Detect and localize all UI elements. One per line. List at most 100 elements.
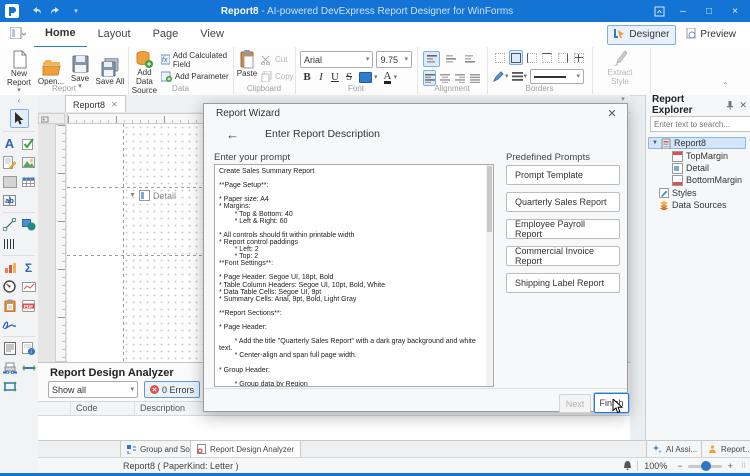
align-bottom-button[interactable] bbox=[461, 51, 478, 67]
underline-button[interactable]: U bbox=[328, 70, 342, 84]
signature-tool-icon[interactable] bbox=[1, 316, 18, 333]
strikethrough-button[interactable]: S bbox=[342, 70, 356, 84]
border-top-button[interactable] bbox=[540, 50, 555, 65]
zoom-out-icon[interactable]: − bbox=[677, 461, 682, 471]
save-all-button[interactable]: Save All bbox=[94, 55, 126, 86]
predefined-quarterly-sales-button[interactable]: Quarterly Sales Report bbox=[506, 192, 620, 212]
explorer-search-input[interactable] bbox=[650, 116, 750, 132]
predefined-shipping-label-button[interactable]: Shipping Label Report bbox=[506, 273, 620, 293]
highlight-color-button[interactable]: ▾ bbox=[359, 72, 378, 83]
border-none-button[interactable] bbox=[493, 50, 508, 65]
picture-tool-icon[interactable] bbox=[20, 154, 37, 171]
border-width-combo[interactable]: ▾ bbox=[530, 69, 584, 84]
zoom-in-icon[interactable]: + bbox=[728, 461, 733, 471]
predefined-prompt-template-button[interactable]: Prompt Template bbox=[506, 165, 620, 185]
border-left-button[interactable] bbox=[524, 50, 539, 65]
preview-mode-button[interactable]: Preview bbox=[680, 26, 742, 44]
checkbox-tool-icon[interactable] bbox=[20, 135, 37, 152]
pin-icon[interactable] bbox=[726, 101, 734, 110]
zoom-slider-thumb[interactable] bbox=[701, 461, 711, 471]
gauge-tool-icon[interactable] bbox=[1, 278, 18, 295]
tree-expand-icon[interactable]: ▼ bbox=[652, 140, 658, 146]
notifications-bell-icon[interactable] bbox=[623, 461, 632, 471]
maximize-button[interactable]: □ bbox=[700, 3, 718, 19]
analyzer-col-code[interactable]: Code bbox=[71, 402, 135, 415]
explorer-close-icon[interactable]: ✕ bbox=[739, 100, 747, 111]
shape-tool-icon[interactable] bbox=[20, 216, 37, 233]
file-menu-icon[interactable] bbox=[10, 27, 26, 42]
panel-tool-icon[interactable] bbox=[1, 173, 18, 190]
band-collapse-icon[interactable]: ▼ bbox=[129, 192, 136, 199]
tree-item-data-sources[interactable]: Data Sources bbox=[659, 199, 727, 211]
character-comb-tool-icon[interactable]: ab bbox=[1, 192, 18, 209]
tab-report-tasks[interactable]: Report... bbox=[701, 441, 750, 458]
page-break-tool-icon[interactable] bbox=[1, 359, 18, 376]
pdf-content-tool-icon[interactable]: PDF bbox=[20, 297, 37, 314]
page-info-tool-icon[interactable] bbox=[1, 297, 18, 314]
pointer-tool-icon[interactable] bbox=[10, 109, 29, 128]
tree-item-report8[interactable]: ▼ Report8 bbox=[648, 137, 746, 149]
page-info-doc-tool-icon[interactable]: i bbox=[20, 340, 37, 357]
prompt-scrollbar[interactable] bbox=[486, 165, 493, 386]
detail-band-header[interactable]: ▼ Detail bbox=[129, 190, 176, 201]
border-right-button[interactable] bbox=[556, 50, 571, 65]
sparkline-tool-icon[interactable] bbox=[20, 278, 37, 295]
border-line-style-button[interactable]: ▾ bbox=[512, 72, 528, 81]
predefined-employee-payroll-button[interactable]: Employee Payroll Report bbox=[506, 219, 620, 239]
add-calculated-field-button[interactable]: fx Add Calculated Field bbox=[161, 53, 233, 66]
pivot-grid-tool-icon[interactable]: Σ bbox=[20, 259, 37, 276]
ribbon-collapse-icon[interactable]: ⌃ bbox=[722, 81, 729, 90]
resize-grip-icon[interactable]: ⠿ bbox=[741, 462, 746, 470]
tab-ai-assistant[interactable]: AI Assi... bbox=[646, 441, 704, 458]
zoom-value[interactable]: 100% bbox=[644, 461, 667, 471]
line-tool-icon[interactable] bbox=[1, 216, 18, 233]
designer-mode-button[interactable]: Designer bbox=[607, 25, 676, 45]
add-parameter-button[interactable]: Add Parameter bbox=[161, 70, 233, 83]
tree-item-bottommargin[interactable]: BottomMargin bbox=[672, 174, 742, 186]
border-color-button[interactable]: ▾ bbox=[493, 71, 509, 82]
border-all-button[interactable] bbox=[509, 50, 524, 65]
wizard-back-icon[interactable]: ← bbox=[226, 127, 239, 142]
wizard-title-bar[interactable]: Report Wizard ✕ bbox=[204, 104, 627, 122]
tree-item-detail[interactable]: Detail bbox=[672, 162, 709, 174]
minimize-button[interactable]: – bbox=[674, 3, 692, 19]
next-button[interactable]: Next bbox=[559, 394, 591, 413]
tab-report-design-analyzer[interactable]: Report Design Analyzer bbox=[190, 441, 301, 458]
prompt-input[interactable]: Create Sales Summary Report **Page Setup… bbox=[214, 164, 494, 387]
table-tool-icon[interactable] bbox=[20, 173, 37, 190]
document-tab-report8[interactable]: Report8 ✕ bbox=[65, 95, 126, 113]
italic-button[interactable]: I bbox=[314, 70, 328, 84]
barcode-tool-icon[interactable] bbox=[1, 235, 18, 252]
redo-icon[interactable] bbox=[48, 3, 64, 19]
wizard-close-icon[interactable]: ✕ bbox=[605, 106, 619, 120]
copy-button[interactable]: Copy bbox=[261, 70, 294, 83]
border-inside-button[interactable] bbox=[571, 50, 586, 65]
app-logo-icon[interactable] bbox=[4, 3, 20, 19]
open-report-button[interactable]: Open... bbox=[36, 55, 66, 86]
font-name-combo[interactable]: Arial▾ bbox=[300, 51, 373, 68]
analyzer-col-selector[interactable] bbox=[38, 402, 71, 415]
tab-home[interactable]: Home bbox=[34, 21, 87, 48]
predefined-commercial-invoice-button[interactable]: Commercial Invoice Report bbox=[506, 246, 620, 266]
align-top-button[interactable] bbox=[423, 51, 440, 67]
qat-customize-icon[interactable]: ▾ bbox=[68, 3, 84, 19]
tab-view[interactable]: View bbox=[189, 22, 235, 47]
analyzer-filter-combo[interactable]: Show all▾ bbox=[48, 381, 138, 398]
align-middle-button[interactable] bbox=[442, 51, 459, 67]
tree-item-styles[interactable]: Styles bbox=[659, 187, 697, 199]
cross-band-line-tool-icon[interactable] bbox=[20, 359, 37, 376]
tree-item-topmargin[interactable]: TopMargin bbox=[672, 150, 728, 162]
paste-button[interactable]: Paste bbox=[233, 47, 261, 78]
tab-layout[interactable]: Layout bbox=[87, 22, 142, 47]
undo-icon[interactable] bbox=[28, 3, 44, 19]
font-color-button[interactable]: A▾ bbox=[384, 71, 397, 84]
subreport-tool-icon[interactable] bbox=[1, 340, 18, 357]
cut-button[interactable]: Cut bbox=[261, 53, 294, 66]
ribbon-options-icon[interactable] bbox=[650, 3, 668, 19]
toolbox-collapse-icon[interactable]: ‹ bbox=[0, 95, 38, 107]
extract-style-button[interactable]: ExtractStyle bbox=[592, 47, 648, 86]
bold-button[interactable]: B bbox=[300, 70, 314, 84]
zoom-slider[interactable] bbox=[688, 465, 722, 468]
errors-button[interactable]: 0 Errors bbox=[144, 381, 200, 398]
chart-tool-icon[interactable] bbox=[1, 259, 18, 276]
